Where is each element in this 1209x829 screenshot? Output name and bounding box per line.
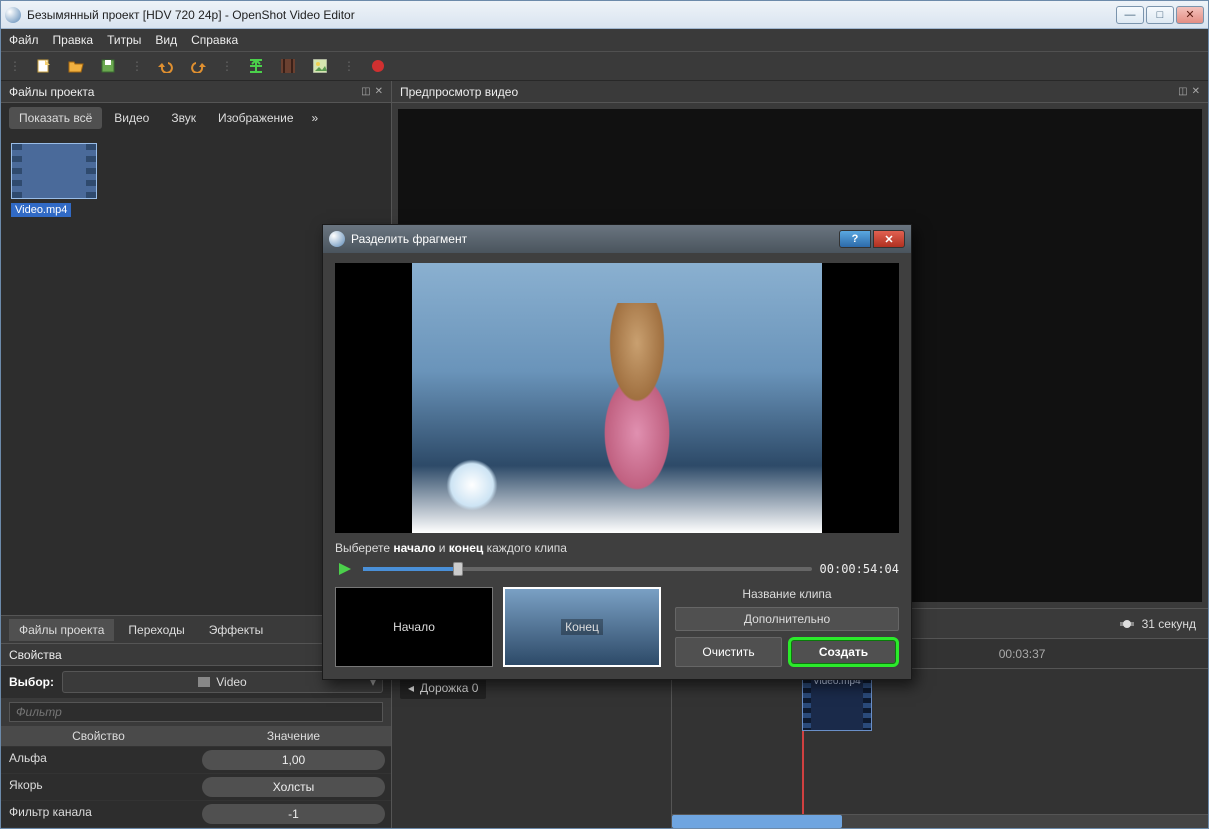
tab-effects[interactable]: Эффекты [199, 619, 274, 641]
dialog-preview [335, 263, 899, 533]
toolbar-grip-3: ⋮ [221, 59, 231, 73]
timeline-hscrollbar[interactable] [672, 814, 1208, 828]
filmstrip-icon[interactable] [279, 57, 297, 75]
toolbar-grip: ⋮ [9, 59, 19, 73]
filter-audio-tab[interactable]: Звук [161, 107, 206, 129]
zoom-slider-icon[interactable] [1120, 617, 1134, 631]
filter-video-tab[interactable]: Видео [104, 107, 159, 129]
filter-more-tab[interactable]: » [306, 107, 325, 129]
close-button[interactable]: ✕ [1176, 6, 1204, 24]
minimize-button[interactable]: — [1116, 6, 1144, 24]
thumb-start[interactable]: Начало [335, 587, 493, 667]
zoom-level-label: 31 секунд [1142, 617, 1196, 631]
slider-knob[interactable] [453, 562, 463, 576]
preview-close-icon[interactable]: ✕ [1192, 86, 1200, 97]
filter-image-tab[interactable]: Изображение [208, 107, 304, 129]
window-title: Безымянный проект [HDV 720 24p] - OpenSh… [27, 8, 1116, 22]
prop-chfilter-value[interactable]: -1 [202, 804, 385, 824]
dialog-timecode: 00:00:54:04 [820, 562, 899, 576]
dialog-help-button[interactable]: ? [839, 230, 871, 248]
thumb-end-label: Конец [561, 619, 603, 635]
col-property: Свойство [1, 726, 196, 747]
filter-all-tab[interactable]: Показать всё [9, 107, 102, 129]
dialog-title: Разделить фрагмент [351, 232, 467, 246]
project-files-label: Файлы проекта [9, 85, 94, 99]
panel-undock-icon[interactable]: ◫ [361, 86, 370, 97]
record-icon[interactable] [369, 57, 387, 75]
clear-button[interactable]: Очистить [675, 637, 782, 667]
preview-undock-icon[interactable]: ◫ [1178, 86, 1187, 97]
menu-help[interactable]: Справка [191, 33, 238, 47]
create-button[interactable]: Создать [788, 637, 899, 667]
tab-transitions[interactable]: Переходы [118, 619, 194, 641]
thumb-start-label: Начало [393, 620, 435, 634]
preview-label: Предпросмотр видео [400, 85, 518, 99]
outer-titlebar: Безымянный проект [HDV 720 24p] - OpenSh… [1, 1, 1208, 29]
properties-table: Свойство Значение Альфа 1,00 Якорь Холст… [1, 726, 391, 828]
app-icon [5, 7, 21, 23]
track-name[interactable]: ◂Дорожка 0 [400, 677, 486, 699]
prop-chfilter-label: Фильтр канала [1, 801, 196, 828]
project-file-name: Video.mp4 [11, 203, 71, 217]
ruler-tick: 00:03:37 [999, 647, 1046, 661]
preview-panel-title: Предпросмотр видео ◫ ✕ [392, 81, 1208, 103]
thumb-end[interactable]: Конец [503, 587, 661, 667]
maximize-button[interactable]: □ [1146, 6, 1174, 24]
redo-icon[interactable] [189, 57, 207, 75]
panel-close-icon[interactable]: ✕ [375, 86, 383, 97]
prop-anchor-value[interactable]: Холсты [202, 777, 385, 797]
select-label: Выбор: [9, 675, 54, 689]
properties-label: Свойства [9, 648, 62, 662]
col-value: Значение [196, 726, 391, 747]
dialog-icon [329, 231, 345, 247]
timeline-tracks-area[interactable]: Video.mp4 [672, 669, 1208, 814]
undo-icon[interactable] [157, 57, 175, 75]
dialog-close-button[interactable]: ✕ [873, 230, 905, 248]
toolbar-grip-2: ⋮ [131, 59, 141, 73]
extra-button[interactable]: Дополнительно [675, 607, 899, 631]
toolbar-grip-4: ⋮ [343, 59, 353, 73]
menu-titles[interactable]: Титры [107, 33, 141, 47]
image-icon[interactable] [311, 57, 329, 75]
dialog-play-button[interactable] [335, 561, 355, 577]
save-project-icon[interactable] [99, 57, 117, 75]
prop-alpha-value[interactable]: 1,00 [202, 750, 385, 770]
dialog-seek-slider[interactable] [363, 567, 812, 571]
property-filter-input[interactable] [9, 702, 383, 722]
prop-alpha-label: Альфа [1, 747, 196, 774]
open-project-icon[interactable] [67, 57, 85, 75]
dialog-instruction: Выберете начало и конец каждого клипа [335, 541, 899, 555]
prop-anchor-label: Якорь [1, 774, 196, 801]
import-icon[interactable] [247, 57, 265, 75]
project-file-item[interactable]: Video.mp4 [11, 143, 97, 217]
split-clip-dialog: Разделить фрагмент ? ✕ Выберете начало и… [322, 224, 912, 680]
new-project-icon[interactable] [35, 57, 53, 75]
menu-file[interactable]: Файл [9, 33, 39, 47]
main-toolbar: ⋮ ⋮ ⋮ ⋮ [1, 51, 1208, 81]
timeline-clip[interactable]: Video.mp4 [802, 677, 872, 731]
dialog-titlebar[interactable]: Разделить фрагмент ? ✕ [323, 225, 911, 253]
menu-view[interactable]: Вид [155, 33, 177, 47]
clip-mini-icon [198, 677, 210, 687]
tab-project-files[interactable]: Файлы проекта [9, 619, 114, 641]
project-files-panel-title: Файлы проекта ◫ ✕ [1, 81, 391, 103]
menu-edit[interactable]: Правка [53, 33, 94, 47]
clip-selector-value: Video [216, 675, 246, 689]
file-filter-tabs: Показать всё Видео Звук Изображение » [1, 103, 391, 133]
menubar: Файл Правка Титры Вид Справка [1, 29, 1208, 51]
clip-name-label: Название клипа [675, 587, 899, 601]
